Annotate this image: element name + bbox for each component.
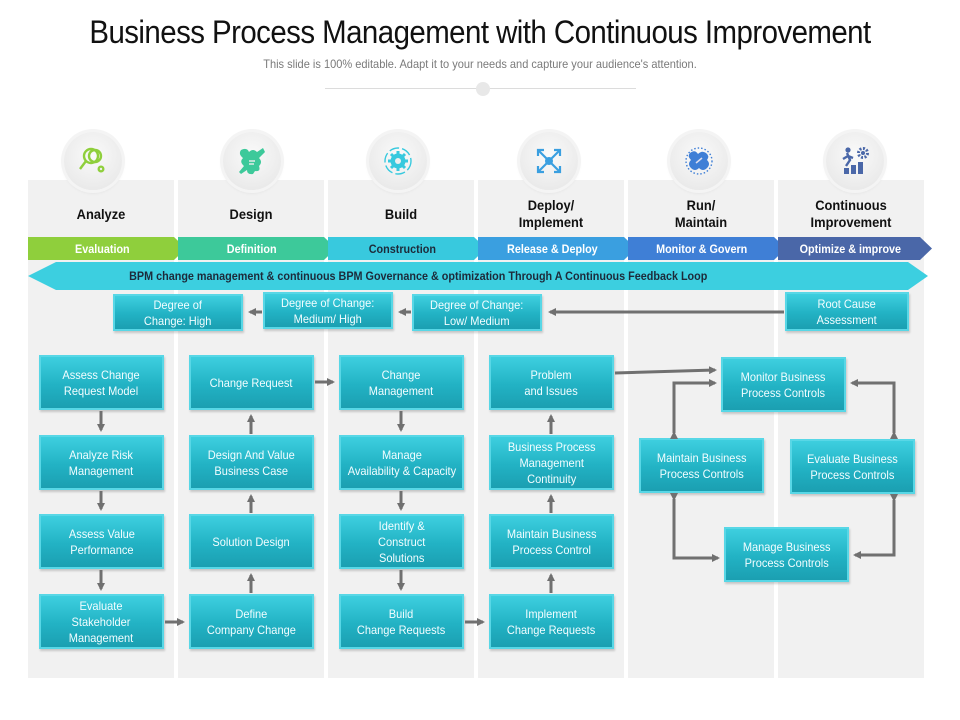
box-label: Evaluate Stakeholder Management: [69, 598, 134, 645]
box-label: Manage Business Process Controls: [742, 539, 831, 570]
stage-label: Evaluation: [74, 241, 130, 256]
box-label: Manage Availability & Capacity: [347, 447, 456, 478]
degree-low-medium-box: Degree of Change: Low/ Medium: [412, 294, 542, 331]
stage-label: Optimize & improve: [799, 241, 901, 256]
phase-label-run: Run/ Maintain: [674, 197, 728, 230]
box-label: Business Process Management Continuity: [507, 439, 596, 486]
stage-chevron-release: Release & Deploy: [478, 237, 636, 260]
box-label: Build Change Requests: [357, 606, 446, 637]
box-label: Analyze Risk Management: [69, 447, 134, 478]
box-label: Solution Design: [212, 534, 291, 549]
stage-label: Release & Deploy: [506, 241, 598, 256]
design-value-box: Design And Value Business Case: [189, 435, 314, 490]
box-label: Root Cause Assessment: [816, 296, 878, 327]
maintain-process-control-box: Maintain Business Process Control: [489, 514, 614, 569]
phase-label-deploy: Deploy/ Implement: [518, 197, 584, 230]
box-label: Degree of Change: High: [144, 297, 212, 328]
monitor-controls-box: Monitor Business Process Controls: [721, 357, 846, 412]
box-label: Implement Change Requests: [507, 606, 596, 637]
feedback-loop-banner: BPM change management & continuous BPM G…: [28, 262, 928, 290]
box-label: Change Request: [210, 375, 293, 390]
box-label: Define Company Change: [206, 606, 296, 637]
box-label: Design And Value Business Case: [208, 447, 295, 478]
page-subtitle: This slide is 100% editable. Adapt it to…: [263, 57, 697, 71]
box-label: Monitor Business Process Controls: [741, 369, 826, 400]
box-label: Degree of Change: Medium/ High: [281, 295, 375, 326]
stage-chevron-monitor: Monitor & Govern: [628, 237, 786, 260]
maintain-controls-box: Maintain Business Process Controls: [639, 438, 764, 493]
assess-change-request-box: Assess Change Request Model: [39, 355, 164, 410]
phase-label-build: Build: [384, 206, 418, 222]
expand-arrows-icon: [520, 132, 578, 190]
change-request-box: Change Request: [189, 355, 314, 410]
degree-high-box: Degree of Change: High: [113, 294, 243, 331]
stage-chevron-definition: Definition: [178, 237, 336, 260]
degree-medium-high-box: Degree of Change: Medium/ High: [263, 292, 393, 329]
feedback-loop-label: BPM change management & continuous BPM G…: [128, 269, 708, 283]
evaluate-stakeholder-box: Evaluate Stakeholder Management: [39, 594, 164, 649]
manage-controls-box: Manage Business Process Controls: [724, 527, 849, 582]
box-label: Identify & Construct Solutions: [377, 518, 426, 565]
growth-person-icon: [826, 132, 884, 190]
puzzle-piece-icon: [670, 132, 728, 190]
box-label: Problem and Issues: [524, 367, 579, 398]
manage-availability-box: Manage Availability & Capacity: [339, 435, 464, 490]
assess-value-box: Assess Value Performance: [39, 514, 164, 569]
phase-label-improve: Continuous Improvement: [810, 197, 892, 230]
stage-chevron-evaluation: Evaluation: [28, 237, 186, 260]
stage-label: Monitor & Govern: [656, 241, 748, 256]
box-label: Degree of Change: Low/ Medium: [430, 297, 524, 328]
bpm-continuity-box: Business Process Management Continuity: [489, 435, 614, 490]
implement-change-requests-box: Implement Change Requests: [489, 594, 614, 649]
phase-label-design: Design: [229, 206, 273, 222]
identify-construct-box: Identify & Construct Solutions: [339, 514, 464, 569]
box-label: Change Management: [369, 367, 434, 398]
stage-chevron-optimize: Optimize & improve: [778, 237, 932, 260]
box-label: Evaluate Business Process Controls: [807, 451, 898, 482]
page-title: Business Process Management with Continu…: [89, 14, 871, 50]
define-company-change-box: Define Company Change: [189, 594, 314, 649]
box-label: Assess Value Performance: [68, 526, 135, 557]
change-management-box: Change Management: [339, 355, 464, 410]
phase-label-analyze: Analyze: [76, 206, 126, 222]
magnifier-gear-icon: [64, 132, 122, 190]
solution-design-box: Solution Design: [189, 514, 314, 569]
box-label: Assess Change Request Model: [62, 367, 141, 398]
gear-cycle-icon: [369, 132, 427, 190]
evaluate-controls-box: Evaluate Business Process Controls: [790, 439, 915, 494]
stage-chevron-construction: Construction: [328, 237, 486, 260]
box-label: Maintain Business Process Controls: [656, 450, 747, 481]
title-divider-dot: [476, 82, 490, 96]
stage-label: Definition: [227, 241, 277, 256]
problem-issues-box: Problem and Issues: [489, 355, 614, 410]
stage-label: Construction: [368, 241, 436, 256]
puzzle-pencil-icon: [223, 132, 281, 190]
build-change-requests-box: Build Change Requests: [339, 594, 464, 649]
analyze-risk-box: Analyze Risk Management: [39, 435, 164, 490]
root-cause-box: Root Cause Assessment: [785, 292, 909, 331]
box-label: Maintain Business Process Control: [506, 526, 597, 557]
